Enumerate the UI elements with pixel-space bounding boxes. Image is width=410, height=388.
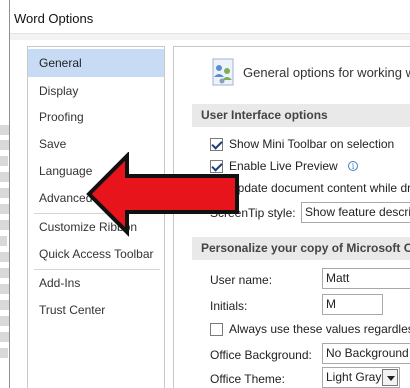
section-personalize: Personalize your copy of Microsoft Offic — [192, 237, 410, 260]
info-icon[interactable]: i — [348, 161, 358, 171]
word-options-dialog: Word Options General Display Proofing Sa… — [9, 0, 410, 388]
always-use-values-checkbox[interactable] — [210, 323, 223, 336]
nav-item-proofing[interactable]: Proofing — [28, 103, 164, 131]
office-background-select[interactable]: No Background — [322, 343, 410, 364]
update-content-label: Update document content while dra — [229, 181, 410, 195]
title-bar: Word Options — [10, 0, 410, 34]
nav-item-display[interactable]: Display — [28, 77, 164, 105]
office-background-label: Office Background: — [210, 348, 312, 362]
nav-item-add-ins[interactable]: Add-Ins — [28, 269, 164, 297]
nav-item-general[interactable]: General — [28, 49, 164, 77]
mini-toolbar-checkbox[interactable] — [210, 138, 223, 151]
nav-item-trust-center[interactable]: Trust Center — [28, 296, 164, 324]
red-arrow-annotation — [86, 152, 239, 237]
live-preview-label: Enable Live Preview — [229, 159, 338, 173]
nav-item-quick-access-toolbar[interactable]: Quick Access Toolbar — [28, 240, 164, 268]
chevron-down-icon[interactable] — [382, 369, 398, 386]
screentip-style-select[interactable]: Show feature descript — [301, 202, 410, 223]
user-name-input[interactable]: Matt — [322, 268, 410, 289]
mini-toolbar-label: Show Mini Toolbar on selection — [229, 137, 395, 151]
user-name-label: User name: — [210, 273, 273, 287]
section-user-interface-options: User Interface options — [192, 104, 410, 127]
panel-header: General options for working w — [243, 65, 410, 80]
office-theme-label: Office Theme: — [210, 372, 285, 386]
initials-input[interactable]: M — [322, 294, 383, 315]
always-use-values-label: Always use these values regardless o — [229, 322, 410, 336]
initials-label: Initials: — [210, 299, 248, 313]
dialog-title: Word Options — [14, 11, 94, 26]
people-settings-icon — [212, 58, 234, 86]
